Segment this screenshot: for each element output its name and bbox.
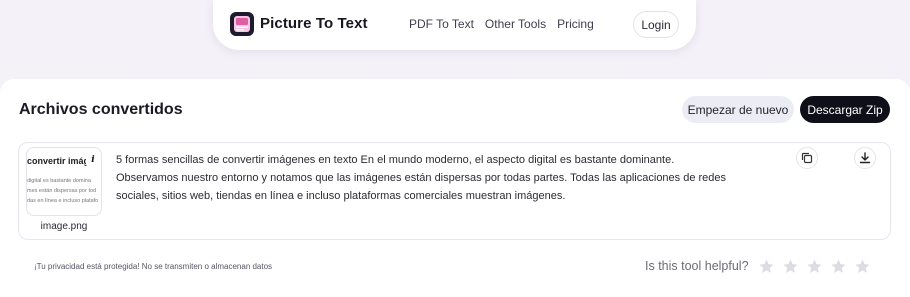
star-icon[interactable]: [758, 258, 775, 275]
restart-button[interactable]: Empezar de nuevo: [682, 96, 794, 123]
download-zip-button[interactable]: Descargar Zip: [800, 96, 890, 123]
file-name: image.png: [40, 221, 88, 232]
brand-name[interactable]: Picture To Text: [260, 15, 368, 32]
copy-icon: [801, 152, 813, 164]
nav-link-pdf-to-text[interactable]: PDF To Text: [409, 17, 474, 31]
star-icon[interactable]: [854, 258, 871, 275]
star-icon[interactable]: [806, 258, 823, 275]
star-icon[interactable]: [830, 258, 847, 275]
logo-icon[interactable]: [230, 12, 254, 36]
page-title: Archivos convertidos: [19, 101, 183, 118]
thumbnail-line: digital es bastante domina: [27, 178, 91, 184]
thumbnail-line: das en línea e incluso platafo: [27, 198, 99, 204]
nav-links: PDF To Text Other Tools Pricing: [409, 17, 594, 31]
image-thumbnail[interactable]: convertir imágen digital es bastante dom…: [26, 147, 102, 216]
star-icon[interactable]: [782, 258, 799, 275]
privacy-notice: ¡Tu privacidad está protegida! No se tra…: [34, 262, 273, 271]
download-icon: [859, 152, 871, 164]
result-card: convertir imágen digital es bastante dom…: [18, 142, 891, 240]
rating-stars: [758, 258, 871, 275]
login-button[interactable]: Login: [633, 11, 679, 38]
extracted-text[interactable]: 5 formas sencillas de convertir imágenes…: [116, 151, 736, 205]
thumbnail-line: mes están dispersas por tod: [27, 188, 97, 194]
helpful-label: Is this tool helpful?: [645, 259, 749, 273]
converted-files-panel: Archivos convertidos Empezar de nuevo De…: [0, 79, 910, 297]
nav-link-pricing[interactable]: Pricing: [557, 17, 594, 31]
nav-link-other-tools[interactable]: Other Tools: [485, 17, 546, 31]
thumbnail-lines: digital es bastante domina mes están dis…: [27, 176, 101, 206]
copy-button[interactable]: [796, 147, 818, 169]
info-icon[interactable]: i: [86, 152, 100, 167]
top-nav: Picture To Text PDF To Text Other Tools …: [213, 0, 696, 50]
download-button[interactable]: [854, 147, 876, 169]
